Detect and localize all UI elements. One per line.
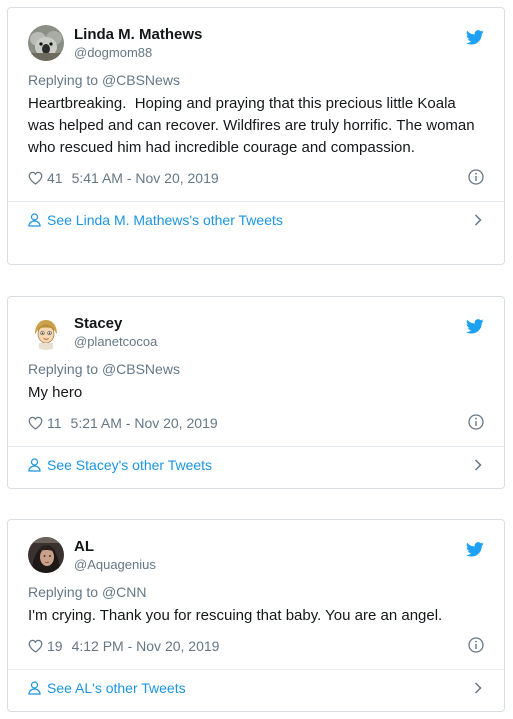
twitter-bird-icon[interactable] — [466, 319, 484, 334]
tweet-card: Stacey @planetcocoa Replying to @CBSNews… — [7, 296, 505, 489]
tweet-card: AL @Aquagenius Replying to @CNN I'm cryi… — [7, 519, 505, 712]
author-name[interactable]: AL — [74, 537, 156, 556]
author-handle[interactable]: @planetcocoa — [74, 333, 157, 350]
twitter-bird-icon[interactable] — [466, 30, 484, 45]
like-count[interactable]: 41 — [47, 170, 63, 186]
replying-to: Replying to @CBSNews — [28, 360, 484, 378]
see-other-tweets-label[interactable]: See AL's other Tweets — [47, 680, 186, 696]
timestamp[interactable]: 5:41 AM - Nov 20, 2019 — [72, 170, 219, 186]
replying-label: Replying to — [28, 361, 99, 377]
chevron-right-icon[interactable] — [474, 459, 482, 471]
replying-handle[interactable]: @CNN — [102, 584, 147, 600]
tweet-text: I'm crying. Thank you for rescuing that … — [28, 607, 443, 624]
avatar[interactable] — [28, 537, 64, 573]
author-name[interactable]: Linda M. Mathews — [74, 25, 202, 44]
see-other-tweets-link[interactable]: See Linda M. Mathews's other Tweets — [8, 202, 504, 238]
timestamp[interactable]: 5:21 AM - Nov 20, 2019 — [71, 415, 218, 431]
info-icon[interactable] — [468, 637, 484, 653]
info-icon[interactable] — [468, 169, 484, 185]
tweet-text: Heartbreaking. Hoping and praying that t… — [28, 95, 479, 156]
see-other-tweets-label[interactable]: See Stacey's other Tweets — [47, 457, 212, 473]
replying-handle[interactable]: @CBSNews — [102, 72, 180, 88]
replying-to: Replying to @CNN — [28, 583, 484, 601]
see-other-tweets-link[interactable]: See Stacey's other Tweets — [8, 447, 504, 483]
info-icon[interactable] — [468, 414, 484, 430]
avatar[interactable] — [28, 25, 64, 61]
author-handle[interactable]: @Aquagenius — [74, 556, 156, 573]
replying-handle[interactable]: @CBSNews — [102, 361, 180, 377]
person-icon — [28, 458, 41, 472]
author-name[interactable]: Stacey — [74, 314, 157, 333]
tweet-card: Linda M. Mathews @dogmom88 Replying to @… — [7, 7, 505, 265]
like-count[interactable]: 19 — [47, 638, 63, 654]
heart-icon[interactable] — [28, 171, 43, 185]
like-count[interactable]: 11 — [47, 415, 62, 431]
replying-to: Replying to @CBSNews — [28, 71, 484, 89]
chevron-right-icon[interactable] — [474, 682, 482, 694]
avatar[interactable] — [28, 314, 64, 350]
twitter-bird-icon[interactable] — [466, 542, 484, 557]
timestamp[interactable]: 4:12 PM - Nov 20, 2019 — [72, 638, 220, 654]
replying-label: Replying to — [28, 72, 99, 88]
person-icon — [28, 213, 41, 227]
chevron-right-icon[interactable] — [474, 214, 482, 226]
author-handle[interactable]: @dogmom88 — [74, 44, 202, 61]
see-other-tweets-link[interactable]: See AL's other Tweets — [8, 670, 504, 706]
person-icon — [28, 681, 41, 695]
heart-icon[interactable] — [28, 416, 43, 430]
see-other-tweets-label[interactable]: See Linda M. Mathews's other Tweets — [47, 212, 283, 228]
heart-icon[interactable] — [28, 639, 43, 653]
replying-label: Replying to — [28, 584, 99, 600]
tweet-text: My hero — [28, 384, 83, 401]
